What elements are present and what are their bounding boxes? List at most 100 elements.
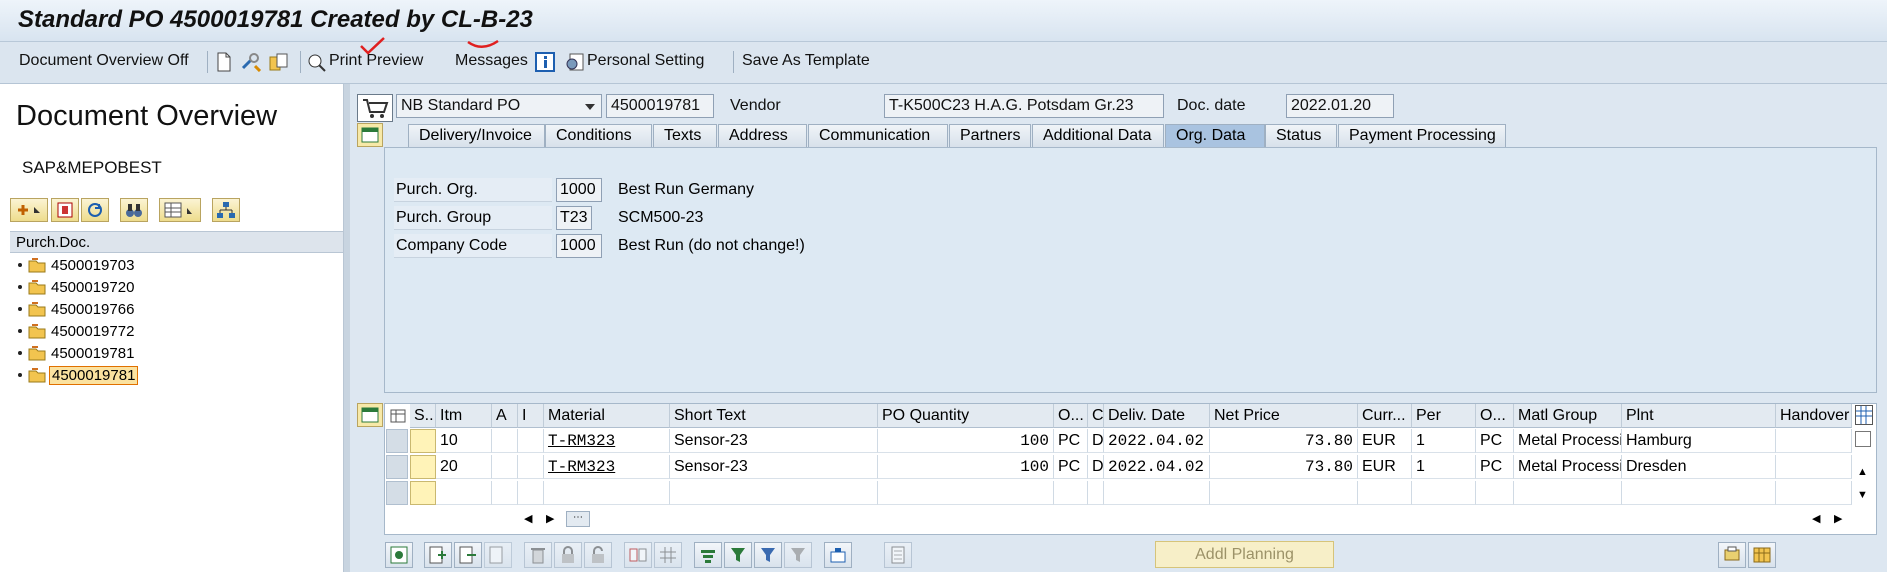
personal-setting-icon[interactable] bbox=[564, 51, 586, 73]
grid-settings-icon[interactable] bbox=[386, 405, 410, 427]
table-cell-c[interactable] bbox=[1088, 481, 1104, 505]
shopping-cart-icon[interactable] bbox=[357, 94, 393, 122]
column-header[interactable]: S.. bbox=[410, 404, 436, 428]
column-header[interactable]: O... bbox=[1054, 404, 1088, 428]
table-cell[interactable] bbox=[492, 429, 518, 453]
purchase-document-tree-item[interactable]: 4500019703 bbox=[18, 254, 136, 276]
tab-status[interactable]: Status bbox=[1265, 124, 1337, 148]
table-cell-plant[interactable]: Hamburg bbox=[1622, 429, 1776, 453]
items-collapse-icon[interactable] bbox=[357, 403, 383, 427]
table-cell-matl-group[interactable]: Metal Processi... bbox=[1514, 429, 1622, 453]
table-cell[interactable] bbox=[1776, 481, 1852, 505]
delete-trash-icon[interactable] bbox=[524, 542, 552, 568]
document-list-icon[interactable] bbox=[884, 542, 912, 568]
layout-menu-button[interactable] bbox=[159, 198, 201, 222]
personal-setting-button[interactable]: Personal Setting bbox=[587, 52, 704, 70]
lock-icon[interactable] bbox=[554, 542, 582, 568]
column-header[interactable]: Short Text bbox=[670, 404, 878, 428]
table-cell-itm[interactable]: 20 bbox=[436, 455, 492, 479]
row-selector[interactable] bbox=[386, 481, 408, 505]
print-preview-icon[interactable] bbox=[306, 51, 328, 73]
table-cell[interactable] bbox=[518, 429, 544, 453]
tools-icon[interactable] bbox=[240, 51, 262, 73]
table-cell-per[interactable]: 1 bbox=[1412, 429, 1476, 453]
table-cell-qty[interactable] bbox=[878, 481, 1054, 505]
tab-conditions[interactable]: Conditions bbox=[545, 124, 652, 148]
filter-delete-icon[interactable] bbox=[784, 542, 812, 568]
table-cell-opu[interactable]: PC bbox=[1476, 455, 1514, 479]
column-header[interactable]: Itm bbox=[436, 404, 492, 428]
horizontal-scroll-thumb[interactable]: ⋯ bbox=[566, 511, 590, 527]
table-cell-ou[interactable] bbox=[1054, 481, 1088, 505]
tab-texts[interactable]: Texts bbox=[653, 124, 717, 148]
purchase-document-tree-item[interactable]: 4500019781 bbox=[18, 342, 136, 364]
add-item-icon[interactable] bbox=[424, 542, 452, 568]
table-cell[interactable] bbox=[1776, 455, 1852, 479]
table-cell-itm[interactable] bbox=[436, 481, 492, 505]
purch-group-field[interactable]: T23 bbox=[556, 206, 592, 230]
select-all-checkbox[interactable] bbox=[1855, 431, 1871, 447]
table-cell-deliv-date[interactable]: 2022.04.02 bbox=[1104, 455, 1210, 479]
grid-icon[interactable] bbox=[654, 542, 682, 568]
column-header[interactable]: Handover bbox=[1776, 404, 1852, 428]
table-cell-plant[interactable]: Dresden bbox=[1622, 455, 1776, 479]
sort-icon[interactable] bbox=[694, 542, 722, 568]
refresh-icon[interactable] bbox=[81, 198, 109, 222]
close-overview-icon[interactable] bbox=[51, 198, 79, 222]
column-header[interactable]: Deliv. Date bbox=[1104, 404, 1210, 428]
table-cell-material[interactable] bbox=[544, 481, 670, 505]
row-selector[interactable] bbox=[386, 455, 408, 479]
table-cell-c[interactable]: D bbox=[1088, 455, 1104, 479]
selection-variant-button[interactable] bbox=[10, 198, 48, 222]
table-cell-qty[interactable]: 100 bbox=[878, 455, 1054, 479]
tab-address[interactable]: Address bbox=[718, 124, 807, 148]
table-cell-material[interactable]: T-RM323 bbox=[544, 455, 670, 479]
scroll-right-end-icon[interactable]: ▶ bbox=[1834, 512, 1842, 525]
info-icon[interactable] bbox=[534, 51, 556, 73]
company-code-field[interactable]: 1000 bbox=[556, 234, 602, 258]
column-header[interactable]: Curr... bbox=[1358, 404, 1412, 428]
tab-payment-processing[interactable]: Payment Processing bbox=[1338, 124, 1506, 148]
table-cell-per[interactable] bbox=[1412, 481, 1476, 505]
document-type-select[interactable]: NB Standard PO bbox=[396, 94, 602, 118]
table-cell-ou[interactable]: PC bbox=[1054, 455, 1088, 479]
column-header[interactable]: PO Quantity bbox=[878, 404, 1054, 428]
table-cell-short-text[interactable]: Sensor-23 bbox=[670, 429, 878, 453]
column-header[interactable]: I bbox=[518, 404, 544, 428]
column-header[interactable]: Plnt bbox=[1622, 404, 1776, 428]
column-header[interactable]: Material bbox=[544, 404, 670, 428]
vendor-field[interactable]: T-K500C23 H.A.G. Potsdam Gr.23 bbox=[884, 94, 1164, 118]
row-selector[interactable] bbox=[386, 429, 408, 453]
table-cell-qty[interactable]: 100 bbox=[878, 429, 1054, 453]
filter-icon[interactable] bbox=[724, 542, 752, 568]
calendar-table-icon[interactable] bbox=[1748, 542, 1776, 568]
table-cell-curr[interactable]: EUR bbox=[1358, 455, 1412, 479]
column-header[interactable]: Per bbox=[1412, 404, 1476, 428]
filter-set-icon[interactable] bbox=[754, 542, 782, 568]
table-cell[interactable] bbox=[1776, 429, 1852, 453]
table-cell[interactable] bbox=[518, 481, 544, 505]
hierarchy-icon[interactable] bbox=[212, 198, 240, 222]
table-cell-plant[interactable] bbox=[1622, 481, 1776, 505]
table-cell-opu[interactable] bbox=[1476, 481, 1514, 505]
column-header[interactable]: O... bbox=[1476, 404, 1514, 428]
column-header[interactable]: A bbox=[492, 404, 518, 428]
tab-additional-data[interactable]: Additional Data bbox=[1032, 124, 1164, 148]
purchase-document-tree-item[interactable]: 4500019766 bbox=[18, 298, 136, 320]
purchase-document-tree-item[interactable]: 4500019772 bbox=[18, 320, 136, 342]
scroll-up-icon[interactable]: ▲ bbox=[1857, 466, 1868, 478]
find-binoculars-icon[interactable] bbox=[120, 198, 148, 222]
table-cell-matl-group[interactable]: Metal Processi... bbox=[1514, 455, 1622, 479]
column-header[interactable]: Matl Group bbox=[1514, 404, 1622, 428]
tab-delivery-invoice[interactable]: Delivery/Invoice bbox=[408, 124, 545, 148]
table-cell-matl-group[interactable] bbox=[1514, 481, 1622, 505]
table-cell-deliv-date[interactable]: 2022.04.02 bbox=[1104, 429, 1210, 453]
table-cell[interactable] bbox=[518, 455, 544, 479]
insert-item-icon[interactable] bbox=[454, 542, 482, 568]
account-assignment-icon[interactable] bbox=[824, 542, 852, 568]
table-cell-curr[interactable]: EUR bbox=[1358, 429, 1412, 453]
table-cell-short-text[interactable]: Sensor-23 bbox=[670, 455, 878, 479]
column-header[interactable]: C bbox=[1088, 404, 1104, 428]
table-cell[interactable] bbox=[492, 455, 518, 479]
panel-splitter[interactable] bbox=[344, 84, 350, 572]
